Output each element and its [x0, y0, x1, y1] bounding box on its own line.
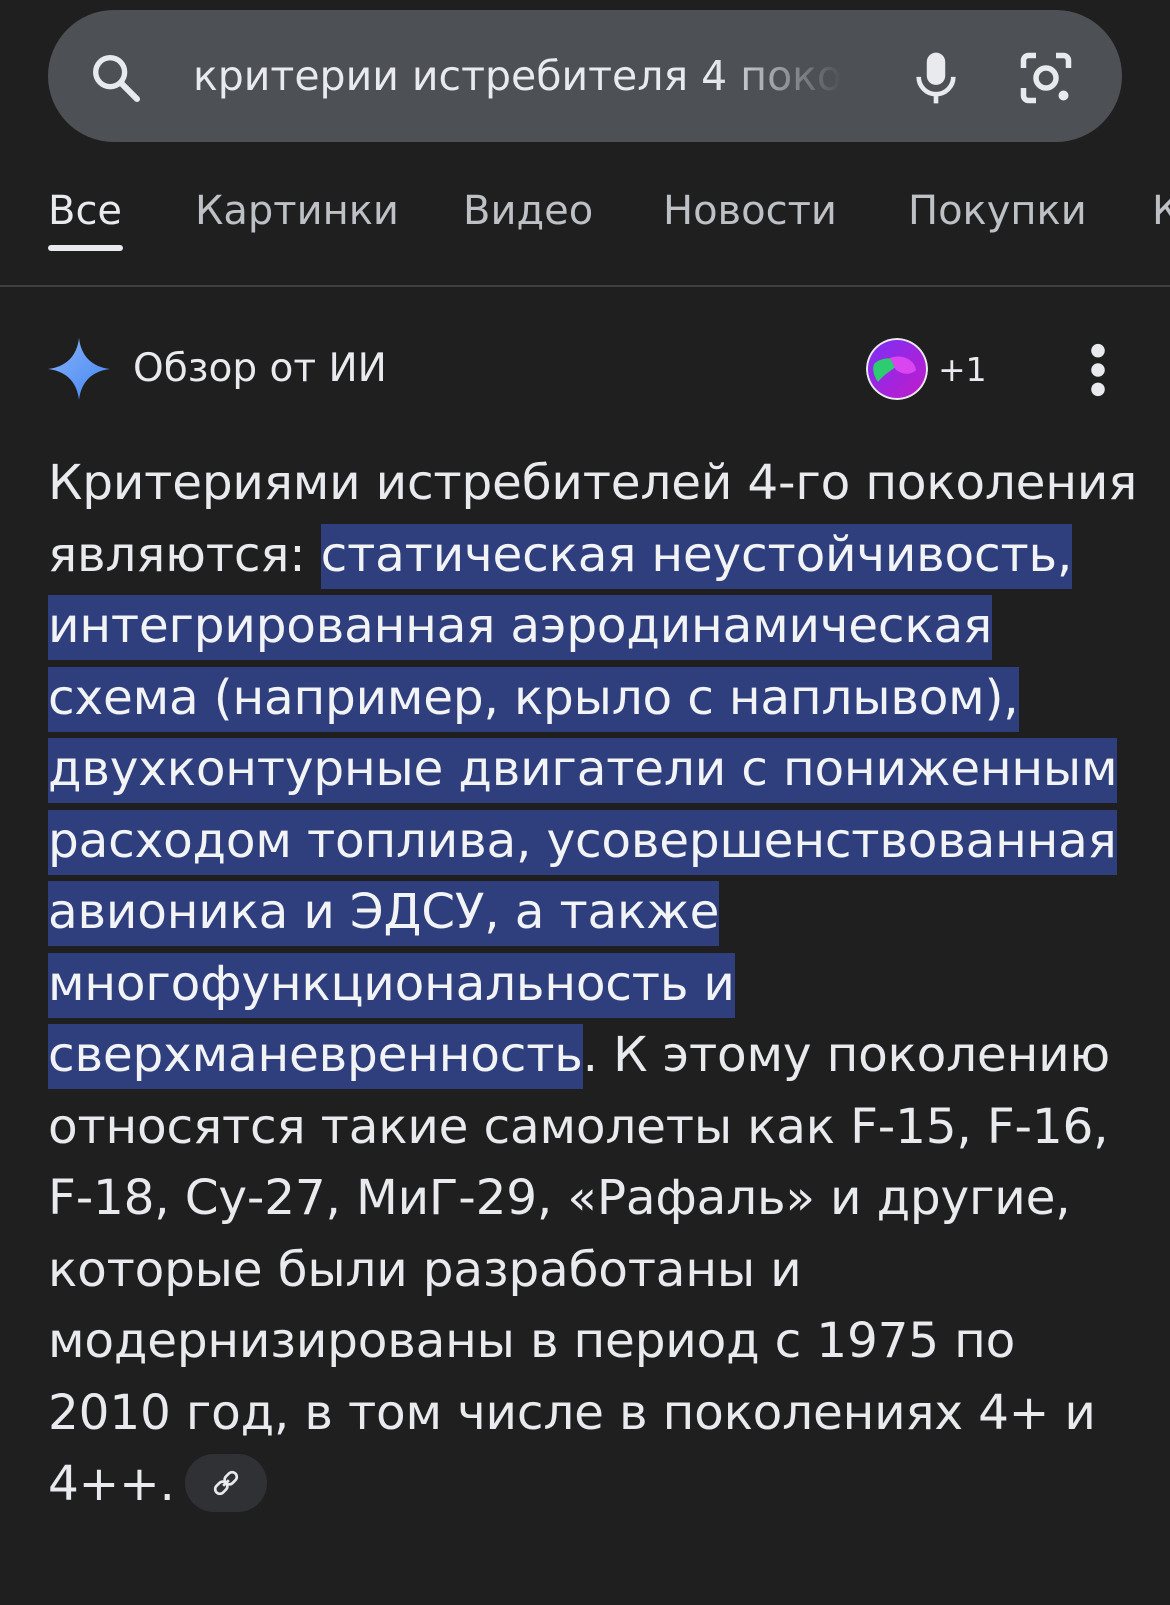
tab-images[interactable]: Картинки	[195, 175, 399, 255]
active-tab-indicator	[48, 245, 123, 251]
source-avatar[interactable]	[866, 338, 928, 400]
search-icon[interactable]	[88, 50, 144, 106]
lens-icon[interactable]	[1016, 48, 1076, 108]
ai-overview-text: Критериями истребителей 4-го поколения я…	[48, 448, 1148, 1521]
search-input[interactable]: критерии истребителя 4 поколения	[193, 44, 843, 108]
source-link-button[interactable]	[184, 1454, 267, 1512]
sparkle-icon	[48, 338, 110, 400]
divider	[0, 285, 1170, 287]
tab-all[interactable]: Все	[48, 175, 122, 255]
tab-video[interactable]: Видео	[463, 175, 593, 255]
link-icon	[213, 1470, 238, 1496]
search-tabs: Все Картинки Видео Новости Покупки К	[0, 175, 1170, 285]
more-vert-icon[interactable]	[1088, 341, 1108, 399]
tab-shopping[interactable]: Покупки	[908, 175, 1087, 255]
tab-more[interactable]: К	[1152, 175, 1170, 255]
ai-overview-title: Обзор от ИИ	[133, 346, 387, 391]
source-count[interactable]: +1	[938, 343, 987, 397]
search-bar[interactable]: критерии истребителя 4 поколения	[48, 10, 1122, 142]
ai-overview-header: Обзор от ИИ +1	[48, 335, 1128, 405]
text-continuation: . К этому поколению относятся такие само…	[48, 1027, 1111, 1512]
mic-icon[interactable]	[908, 48, 964, 108]
highlighted-text: статическая неустойчивость, интегрирован…	[48, 523, 1118, 1089]
tab-news[interactable]: Новости	[663, 175, 837, 255]
